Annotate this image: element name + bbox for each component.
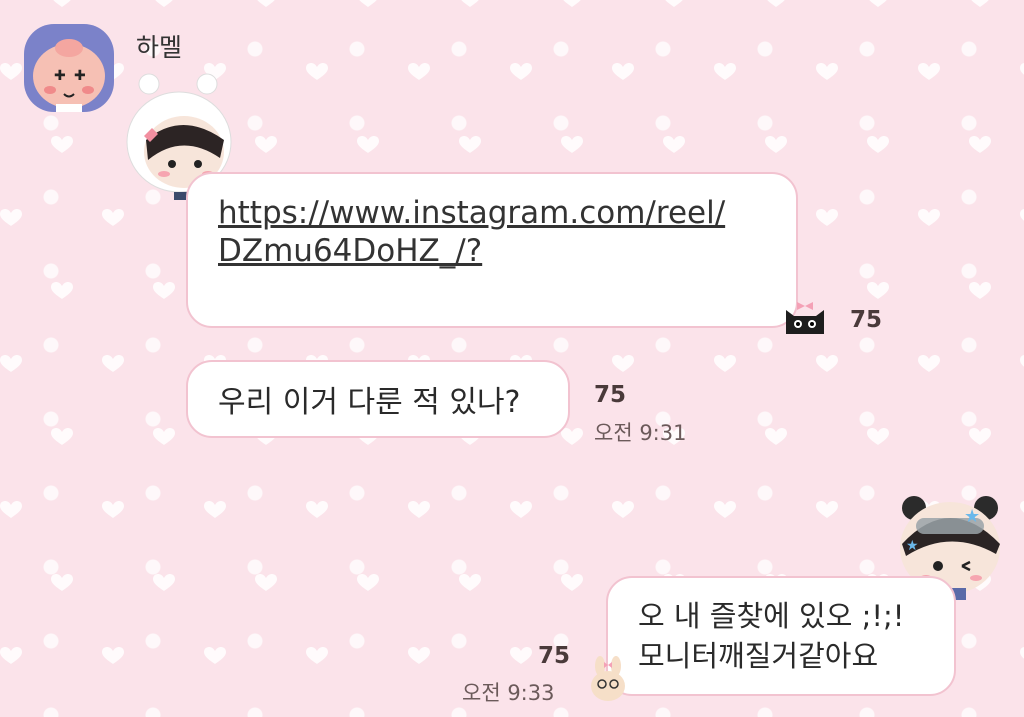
svg-text:★: ★ [906,538,919,554]
heart-pattern-shape [561,135,583,153]
heart-pattern-shape [255,573,277,591]
message-text: 우리 이거 다룬 적 있나? [218,385,521,420]
unread-count-3: 75 [538,643,571,669]
heart-pattern-shape [816,62,838,80]
heart-pattern-shape [461,0,479,7]
heart-pattern-shape [408,500,430,518]
heart-pattern-shape [102,500,124,518]
svg-text:✚: ✚ [74,68,86,84]
heart-pattern-shape [918,354,940,372]
heart-pattern-shape [867,135,889,153]
heart-pattern-shape [612,354,634,372]
heart-pattern-shape [0,62,22,80]
heart-pattern-shape [918,62,940,80]
message-time-2: 오전 9:31 [594,421,687,445]
svg-text:★: ★ [964,506,980,527]
heart-pattern-shape [510,62,532,80]
heart-pattern-shape [816,354,838,372]
heart-pattern-shape [153,573,175,591]
heart-pattern-shape [816,500,838,518]
heart-pattern-shape [714,500,736,518]
heart-pattern-shape [0,208,22,226]
heart-pattern-shape [51,427,73,445]
heart-pattern-shape [0,500,22,518]
heart-pattern-shape [153,427,175,445]
heart-pattern-shape [306,500,328,518]
heart-pattern-shape [563,0,581,7]
link-line-2: DZmu64DoHZ_/? [218,233,483,269]
heart-pattern-shape [204,500,226,518]
heart-pattern-shape [612,62,634,80]
heart-pattern-shape [869,0,887,7]
heart-pattern-shape [257,0,275,7]
heart-pattern-shape [306,646,328,664]
svg-text:✚: ✚ [54,68,66,84]
message-bubble-reply[interactable]: 오 내 즐찾에 있오 ;!;! 모니터깨질거같아요 [606,576,956,696]
heart-pattern-shape [155,0,173,7]
heart-pattern-shape [255,135,277,153]
heart-pattern-shape [918,208,940,226]
heart-pattern-shape [1020,501,1024,513]
message-text-line-2: 모니터깨질거같아요 [638,639,879,673]
heart-pattern-shape [663,135,685,153]
heart-pattern-shape [51,573,73,591]
heart-pattern-shape [51,281,73,299]
unread-count-1: 75 [850,307,883,333]
message-bubble-question[interactable]: 우리 이거 다룬 적 있나? [186,360,570,438]
heart-pattern-shape [561,573,583,591]
heart-pattern-shape [971,0,989,7]
heart-pattern-shape [561,427,583,445]
heart-pattern-shape [765,135,787,153]
heart-pattern-shape [665,0,683,7]
heart-pattern-shape [408,646,430,664]
black-cat-with-bow-icon [786,302,824,334]
heart-pattern-shape [612,500,634,518]
heart-pattern-shape [357,573,379,591]
heart-pattern-shape [1020,209,1024,221]
heart-pattern-shape [510,646,532,664]
heart-pattern-shape [1020,647,1024,659]
heart-pattern-shape [53,0,71,7]
heart-pattern-shape [51,135,73,153]
instagram-link[interactable]: https://www.instagram.com/reel/ DZmu64Do… [218,194,766,270]
heart-pattern-shape [767,0,785,7]
heart-pattern-shape [969,281,991,299]
heart-pattern-shape [867,281,889,299]
heart-pattern-shape [714,62,736,80]
heart-pattern-shape [359,0,377,7]
profile-avatar[interactable]: ✚ ✚ [24,24,114,112]
heart-pattern-shape [459,573,481,591]
heart-pattern-shape [408,62,430,80]
heart-pattern-shape [357,135,379,153]
heart-pattern-shape [153,281,175,299]
unread-count-2: 75 [594,382,627,408]
heart-pattern-shape [969,427,991,445]
bunny-with-glasses-icon [591,656,625,701]
heart-pattern-shape [714,354,736,372]
heart-pattern-shape [816,208,838,226]
heart-pattern-shape [969,135,991,153]
heart-pattern-shape [0,354,22,372]
heart-pattern-shape [306,62,328,80]
heart-pattern-shape [0,646,22,664]
sender-name: 하멜 [136,33,183,62]
message-text-line-1: 오 내 즐찾에 있오 ;!;! [638,599,905,633]
heart-pattern-shape [459,135,481,153]
heart-pattern-shape [1020,355,1024,367]
heart-pattern-shape [204,646,226,664]
link-line-1: https://www.instagram.com/reel/ [218,195,726,231]
heart-pattern-shape [765,427,787,445]
heart-pattern-shape [102,646,124,664]
heart-pattern-shape [102,354,124,372]
heart-pattern-shape [867,427,889,445]
message-bubble-link[interactable]: https://www.instagram.com/reel/ DZmu64Do… [186,172,798,328]
message-time-3: 오전 9:33 [462,681,555,705]
heart-pattern-shape [102,208,124,226]
heart-pattern-shape [510,500,532,518]
heart-pattern-shape [1020,63,1024,75]
peach-avatar-icon: ✚ ✚ [33,39,105,112]
